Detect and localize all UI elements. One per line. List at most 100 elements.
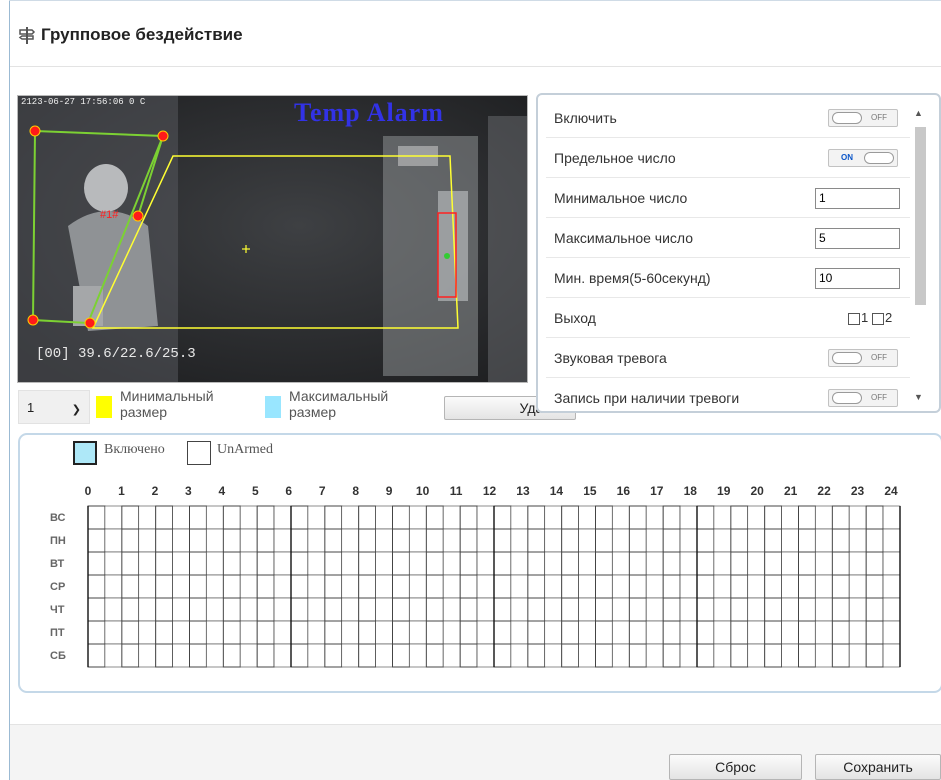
schedule-cell[interactable] — [172, 643, 190, 668]
schedule-cell[interactable] — [747, 551, 765, 576]
schedule-cell[interactable] — [798, 643, 816, 668]
schedule-cell[interactable] — [595, 528, 613, 553]
schedule-cell[interactable] — [713, 574, 732, 599]
schedule-cell[interactable] — [239, 574, 258, 599]
schedule-cell[interactable] — [679, 620, 698, 645]
schedule-cell[interactable] — [307, 505, 326, 530]
schedule-cell[interactable] — [358, 620, 377, 645]
schedule-cell[interactable] — [628, 505, 647, 530]
schedule-cell[interactable] — [882, 620, 901, 645]
schedule-cell[interactable] — [256, 597, 275, 622]
schedule-cell[interactable] — [307, 597, 326, 622]
schedule-cell[interactable] — [510, 551, 529, 576]
schedule-cell[interactable] — [425, 597, 444, 622]
schedule-cell[interactable] — [848, 505, 867, 530]
schedule-cell[interactable] — [442, 528, 461, 553]
schedule-cell[interactable] — [831, 597, 850, 622]
schedule-cell[interactable] — [747, 528, 765, 553]
schedule-cell[interactable] — [409, 597, 427, 622]
schedule-cell[interactable] — [781, 643, 799, 668]
schedule-cell[interactable] — [595, 620, 613, 645]
schedule-cell[interactable] — [189, 551, 207, 576]
schedule-cell[interactable] — [764, 528, 783, 553]
schedule-cell[interactable] — [459, 505, 478, 530]
schedule-cell[interactable] — [848, 551, 867, 576]
schedule-cell[interactable] — [409, 528, 427, 553]
schedule-cell[interactable] — [324, 528, 343, 553]
schedule-cell[interactable] — [206, 620, 224, 645]
schedule-cell[interactable] — [696, 574, 715, 599]
schedule-cell[interactable] — [578, 528, 596, 553]
schedule-cell[interactable] — [239, 597, 258, 622]
schedule-cell[interactable] — [798, 505, 816, 530]
schedule-cell[interactable] — [628, 620, 647, 645]
schedule-cell[interactable] — [747, 620, 765, 645]
schedule-cell[interactable] — [392, 620, 410, 645]
schedule-cell[interactable] — [730, 620, 749, 645]
schedule-cell[interactable] — [324, 597, 343, 622]
schedule-cell[interactable] — [256, 551, 275, 576]
schedule-cell[interactable] — [256, 620, 275, 645]
schedule-cell[interactable] — [865, 574, 884, 599]
schedule-cell[interactable] — [239, 551, 258, 576]
schedule-cell[interactable] — [172, 505, 190, 530]
schedule-cell[interactable] — [206, 551, 224, 576]
schedule-cell[interactable] — [595, 597, 613, 622]
schedule-cell[interactable] — [375, 505, 393, 530]
schedule-cell[interactable] — [155, 574, 174, 599]
schedule-cell[interactable] — [409, 574, 427, 599]
schedule-cell[interactable] — [121, 643, 140, 668]
schedule-cell[interactable] — [781, 505, 799, 530]
schedule-cell[interactable] — [612, 574, 630, 599]
schedule-cell[interactable] — [578, 505, 596, 530]
schedule-cell[interactable] — [679, 574, 698, 599]
schedule-cell[interactable] — [612, 505, 630, 530]
schedule-cell[interactable] — [87, 505, 106, 530]
schedule-cell[interactable] — [730, 505, 749, 530]
schedule-cell[interactable] — [104, 620, 123, 645]
schedule-cell[interactable] — [239, 505, 258, 530]
schedule-cell[interactable] — [290, 597, 309, 622]
schedule-cell[interactable] — [831, 551, 850, 576]
schedule-cell[interactable] — [696, 505, 715, 530]
schedule-cell[interactable] — [392, 505, 410, 530]
schedule-cell[interactable] — [138, 551, 156, 576]
schedule-cell[interactable] — [459, 551, 478, 576]
schedule-cell[interactable] — [104, 643, 123, 668]
schedule-cell[interactable] — [290, 620, 309, 645]
schedule-cell[interactable] — [713, 643, 732, 668]
schedule-cell[interactable] — [138, 620, 156, 645]
schedule-cell[interactable] — [409, 620, 427, 645]
schedule-cell[interactable] — [324, 643, 343, 668]
schedule-cell[interactable] — [662, 597, 681, 622]
schedule-cell[interactable] — [645, 597, 664, 622]
schedule-cell[interactable] — [730, 574, 749, 599]
schedule-cell[interactable] — [358, 551, 377, 576]
schedule-cell[interactable] — [341, 505, 359, 530]
schedule-cell[interactable] — [713, 505, 732, 530]
schedule-cell[interactable] — [865, 620, 884, 645]
schedule-cell[interactable] — [442, 643, 461, 668]
schedule-cell[interactable] — [781, 620, 799, 645]
schedule-cell[interactable] — [87, 574, 106, 599]
schedule-cell[interactable] — [747, 574, 765, 599]
schedule-cell[interactable] — [544, 620, 562, 645]
schedule-cell[interactable] — [476, 620, 495, 645]
schedule-cell[interactable] — [358, 597, 377, 622]
schedule-cell[interactable] — [409, 551, 427, 576]
schedule-cell[interactable] — [831, 574, 850, 599]
schedule-cell[interactable] — [882, 528, 901, 553]
schedule-cell[interactable] — [764, 620, 783, 645]
schedule-cell[interactable] — [831, 528, 850, 553]
schedule-cell[interactable] — [561, 643, 580, 668]
schedule-cell[interactable] — [527, 551, 546, 576]
schedule-cell[interactable] — [290, 528, 309, 553]
schedule-cell[interactable] — [172, 597, 190, 622]
schedule-cell[interactable] — [882, 597, 901, 622]
schedule-cell[interactable] — [815, 597, 833, 622]
schedule-cell[interactable] — [121, 505, 140, 530]
schedule-cell[interactable] — [222, 505, 241, 530]
schedule-cell[interactable] — [544, 574, 562, 599]
schedule-cell[interactable] — [273, 620, 292, 645]
schedule-cell[interactable] — [442, 505, 461, 530]
